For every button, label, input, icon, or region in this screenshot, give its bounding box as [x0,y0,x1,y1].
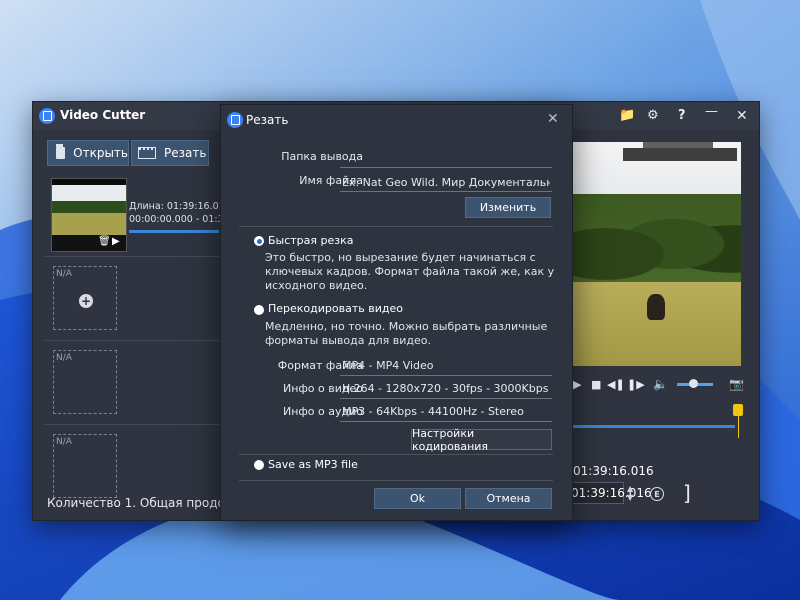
divider [45,340,221,341]
gear-icon[interactable]: ⚙ [647,108,659,123]
empty-slot[interactable]: N/A [53,350,117,414]
save-mp3-radio[interactable] [254,460,264,470]
divider [45,424,221,425]
set-end-button[interactable]: E [650,487,664,501]
minimize-icon[interactable]: — [705,104,718,119]
folder-icon [56,144,66,159]
end-time: 01:39:16.016 [573,464,654,478]
help-icon[interactable]: ? [678,108,686,123]
clip-progress-bar [129,230,219,233]
video-caption-overlay [623,148,737,161]
change-button[interactable]: Изменить [465,197,551,218]
file-format-field[interactable]: MP4 - MP4 Video [342,359,550,372]
end-marker[interactable] [733,404,743,416]
folder-icon[interactable]: 📁 [619,108,635,123]
clip-list: 🗑 ▶ Длина: 01:39:16.016 00:00:00.000 - 0… [45,174,245,498]
play-icon[interactable]: ▶ [573,378,581,391]
fast-cut-label[interactable]: Быстрая резка [268,234,354,247]
cheetah-figure [647,294,665,320]
close-icon[interactable]: ✕ [736,108,748,124]
dialog-title: Резать [246,113,289,127]
end-marker-line [738,416,739,438]
app-logo-icon [39,108,55,124]
cut-dialog: Резать ✕ Папка вывода Имя файла Ex: Nat … [220,104,573,521]
slot-label: N/A [56,353,72,363]
video-info-field[interactable]: H.264 - 1280x720 - 30fps - 3000Kbps [342,382,550,395]
add-icon[interactable]: + [79,294,93,308]
play-icon[interactable]: ▶ [112,236,120,247]
camera-icon[interactable]: 📷 [729,377,744,391]
audio-info-field[interactable]: MP3 - 64Kbps - 44100Hz - Stereo [342,405,550,418]
open-label: Открыть [73,146,128,160]
stop-icon[interactable]: ■ [591,378,601,391]
volume-knob[interactable] [689,379,698,388]
slot-label: N/A [56,269,72,279]
empty-slot[interactable]: N/A + [53,266,117,330]
status-text: Количество 1. Общая продолжительность [47,496,223,510]
cancel-button[interactable]: Отмена [465,488,552,509]
empty-slot[interactable]: N/A [53,434,117,498]
reencode-description: Медленно, но точно. Можно выбрать различ… [265,320,548,347]
cut-button[interactable]: Резать [131,140,209,166]
divider [45,256,221,257]
dialog-logo-icon [227,112,243,128]
step-back-icon[interactable]: ◀❚ [607,378,625,391]
fast-cut-radio[interactable] [254,236,264,246]
output-folder-label: Папка вывода [281,150,363,163]
slot-label: N/A [56,437,72,447]
fast-cut-description: Это быстро, но вырезание будет начинатьс… [265,251,555,292]
end-time-value: 01:39:16.016 [571,486,652,500]
window-title: Video Cutter [60,108,146,122]
volume-icon[interactable]: 🔈 [653,377,668,391]
delete-icon[interactable]: 🗑 [98,236,111,247]
end-bracket-button[interactable]: ] [683,481,691,505]
reencode-radio[interactable] [254,305,264,315]
film-icon [138,147,156,159]
save-mp3-label[interactable]: Save as MP3 file [268,458,358,471]
reencode-label[interactable]: Перекодировать видео [268,302,403,315]
file-name-field[interactable]: Ex: Nat Geo Wild. Мир Документальных Ф [342,176,550,189]
timeline-bar[interactable] [571,425,735,428]
step-forward-icon[interactable]: ❚▶ [627,378,645,391]
close-icon[interactable]: ✕ [547,111,559,127]
cut-label: Резать [164,146,207,160]
ok-button[interactable]: Ok [374,488,461,509]
video-preview[interactable] [571,142,741,366]
open-button[interactable]: Открыть [47,140,129,166]
clip-thumbnail[interactable]: 🗑 ▶ [51,178,127,252]
encoding-settings-button[interactable]: Настройки кодирования [411,427,552,453]
spinner-icon[interactable]: ▲ ▼ [627,484,633,502]
